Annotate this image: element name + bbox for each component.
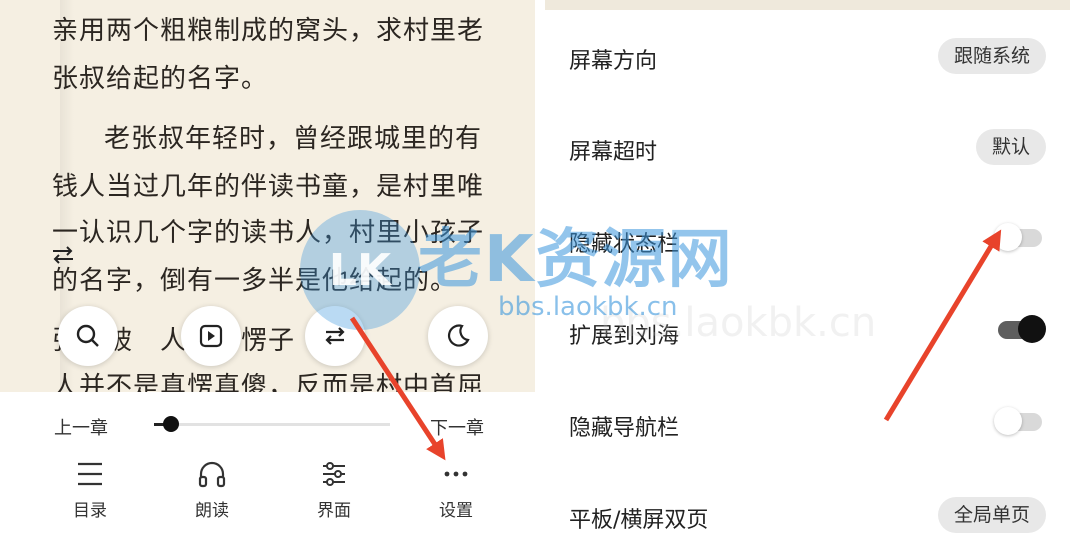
chapter-progress-slider[interactable] <box>154 416 390 432</box>
nav-interface[interactable]: 界面 <box>294 458 374 521</box>
more-icon <box>444 471 468 477</box>
toggle-knob <box>994 407 1022 435</box>
setting-label-dual-page: 平板/横屏双页 <box>569 508 709 533</box>
nav-settings[interactable]: 设置 <box>416 458 496 521</box>
search-button[interactable] <box>58 306 118 366</box>
next-chapter-button[interactable]: 下一章 <box>430 414 484 440</box>
text-line: 老张叔年轻时，曾经跟城里的有 <box>104 124 483 154</box>
hide-statusbar-toggle[interactable] <box>994 223 1042 251</box>
watermark-url: bbs.laokbk.cn <box>498 292 678 322</box>
text-line: 亲用两个粗粮制成的窝头，求村里老 <box>52 16 485 46</box>
setting-label-orientation: 屏幕方向 <box>569 49 658 74</box>
extend-notch-toggle[interactable] <box>998 315 1046 343</box>
text-line: 人并不是真愣真傻，反而是村中首屈 <box>52 372 485 392</box>
moon-icon <box>447 324 470 347</box>
nav-read-aloud[interactable]: 朗读 <box>172 458 252 521</box>
hide-navbar-toggle[interactable] <box>994 407 1042 435</box>
nav-label: 朗读 <box>195 501 229 521</box>
settings-top-strip <box>545 0 1070 10</box>
reader-toolbar: 上一章 下一章 目录 朗读 界面 设置 <box>0 392 535 528</box>
prev-chapter-button[interactable]: 上一章 <box>54 414 108 440</box>
orientation-select[interactable]: 跟随系统 <box>937 38 1046 74</box>
search-icon <box>76 324 99 347</box>
nav-label: 目录 <box>73 501 107 521</box>
toggle-knob <box>1018 315 1046 343</box>
autoplay-button[interactable] <box>181 306 241 366</box>
text-line: 张叔给起的名字。 <box>52 64 269 94</box>
nav-label: 设置 <box>439 501 473 521</box>
slider-handle[interactable] <box>162 416 179 432</box>
text-line: 钱人当过几年的伴读书童，是村里唯 <box>52 172 485 202</box>
watermark-title: 老K资源网 <box>418 223 734 297</box>
sliders-icon <box>323 462 345 486</box>
reading-page[interactable]: 亲用两个粗粮制成的窝头，求村里老 张叔给起的名字。 老张叔年轻时，曾经跟城里的有… <box>0 0 535 392</box>
setting-label-hide-navbar: 隐藏导航栏 <box>569 416 680 441</box>
watermark-logo: LK <box>300 210 420 330</box>
nav-label: 界面 <box>317 501 351 521</box>
nav-catalog[interactable]: 目录 <box>50 458 130 521</box>
headphones-icon <box>198 461 226 488</box>
setting-label-timeout: 屏幕超时 <box>569 140 658 165</box>
list-icon <box>78 462 102 486</box>
timeout-select[interactable]: 默认 <box>975 129 1046 165</box>
swap-arrows-icon[interactable] <box>50 244 76 266</box>
night-mode-button[interactable] <box>428 306 488 366</box>
play-icon <box>199 324 223 348</box>
toggle-knob <box>994 223 1022 251</box>
